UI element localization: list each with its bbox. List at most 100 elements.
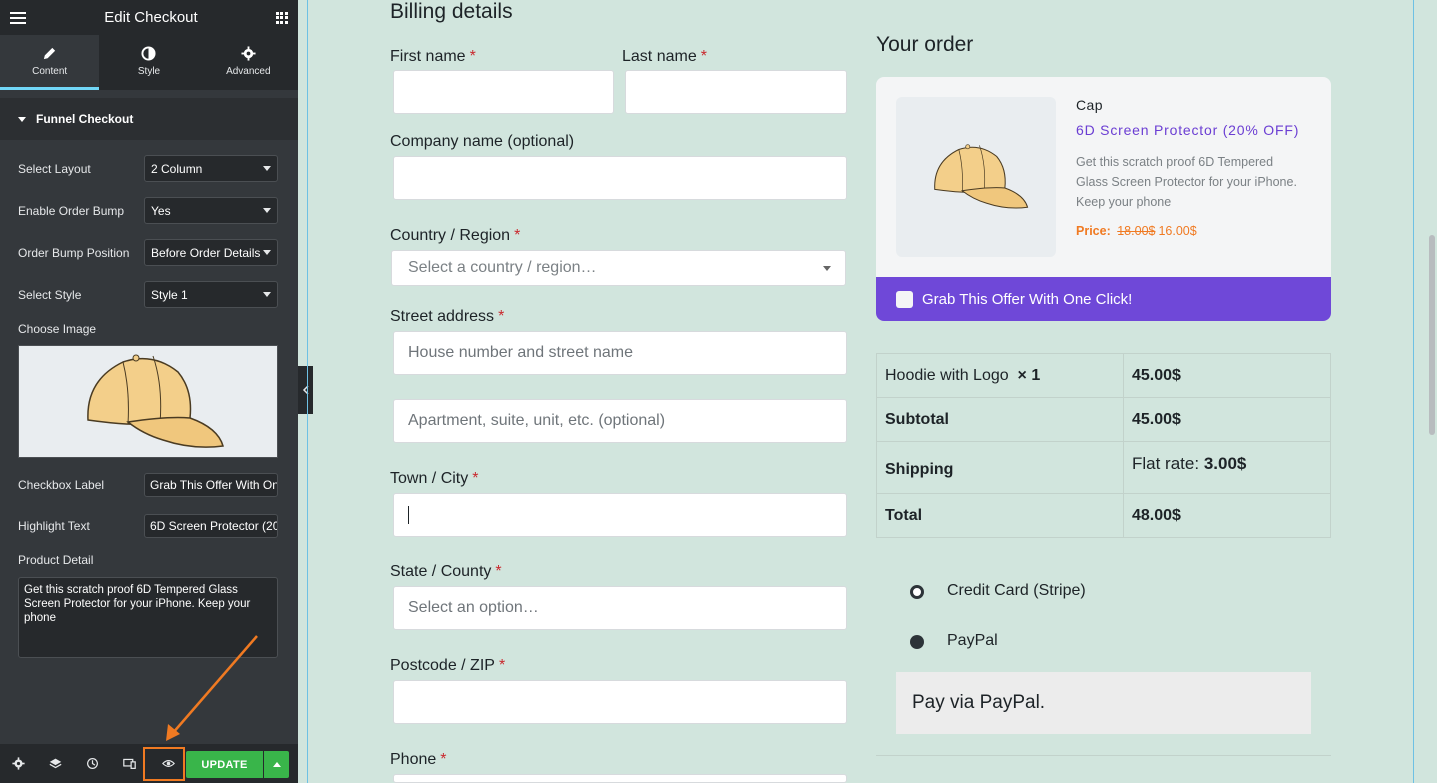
tab-content-label: Content: [32, 65, 68, 77]
enable-order-bump-dropdown[interactable]: Yes: [144, 197, 278, 224]
required-mark: *: [472, 470, 479, 487]
country-select[interactable]: Select a country / region…: [391, 250, 846, 286]
divider: [876, 755, 1331, 756]
city-label: Town / City *: [390, 470, 478, 488]
paypal-label[interactable]: PayPal: [947, 632, 998, 650]
new-price: 16.00$: [1158, 224, 1197, 238]
total-label: Total: [876, 493, 1124, 538]
checkbox-label-label: Checkbox Label: [18, 478, 105, 492]
bump-checkbox-label: Grab This Offer With One Click!: [922, 290, 1133, 308]
select-style-dropdown[interactable]: Style 1: [144, 281, 278, 308]
navigator-button[interactable]: [37, 744, 74, 783]
menu-icon[interactable]: [10, 11, 26, 24]
bump-product-title: Cap: [1076, 97, 1103, 113]
tab-style[interactable]: Style: [99, 35, 198, 90]
bump-price: Price: 18.00$ 16.00$: [1076, 224, 1197, 238]
select-layout-label: Select Layout: [18, 161, 91, 176]
shipping-amount: 3.00$: [1203, 454, 1247, 473]
table-row: Hoodie with Logo × 1 45.00$: [876, 353, 1331, 398]
street-placeholder: House number and street name: [408, 344, 634, 361]
required-mark: *: [469, 48, 476, 65]
state-label-text: State / County: [390, 563, 492, 580]
bump-offer-bar[interactable]: Grab This Offer With One Click!: [876, 277, 1331, 321]
stripe-radio[interactable]: [910, 585, 924, 599]
order-bump-position-dropdown[interactable]: Before Order Details: [144, 239, 278, 266]
section-title: Funnel Checkout: [36, 112, 134, 126]
bump-description: Get this scratch proof 6D Tempered Glass…: [1076, 155, 1297, 209]
last-name-field[interactable]: [625, 70, 847, 114]
order-bump-position-label: Order Bump Position: [18, 245, 130, 260]
apartment-placeholder: Apartment, suite, unit, etc. (optional): [408, 412, 666, 429]
caret-down-icon: [18, 116, 26, 122]
control-product-detail: Product Detail: [18, 553, 278, 567]
panel-title: Edit Checkout: [104, 9, 198, 26]
widgets-grid-icon[interactable]: [275, 11, 288, 24]
state-placeholder: Select an option…: [408, 599, 539, 616]
item-qty: × 1: [1017, 366, 1041, 384]
scrollbar[interactable]: [1429, 235, 1435, 435]
item-name: Hoodie with Logo: [885, 366, 1009, 384]
street-label-text: Street address: [390, 308, 495, 325]
cap-image: [934, 144, 1029, 209]
checkbox-label-input[interactable]: Grab This Offer With One Click!: [144, 473, 278, 497]
country-label-text: Country / Region: [390, 227, 511, 244]
street-address-field[interactable]: House number and street name: [393, 331, 847, 375]
company-field[interactable]: [393, 156, 847, 200]
first-name-label: First name *: [390, 48, 476, 66]
dropdown-arrow-icon: [263, 250, 271, 255]
first-name-field[interactable]: [393, 70, 614, 114]
price-label: Price:: [1076, 224, 1111, 238]
postcode-field[interactable]: [393, 680, 847, 724]
required-mark: *: [700, 48, 707, 65]
subtotal-value: 45.00$: [1123, 397, 1331, 442]
tab-advanced-label: Advanced: [226, 65, 271, 77]
image-picker[interactable]: [18, 345, 278, 458]
control-enable-order-bump: Enable Order Bump Yes: [18, 197, 278, 224]
state-label: State / County *: [390, 563, 502, 581]
dropdown-arrow-icon: [263, 208, 271, 213]
city-field[interactable]: [393, 493, 847, 537]
tab-content[interactable]: Content: [0, 35, 100, 90]
pencil-icon: [44, 47, 56, 59]
update-button[interactable]: UPDATE: [186, 751, 263, 778]
product-detail-textarea[interactable]: Get this scratch proof 6D Tempered Glass…: [18, 577, 278, 658]
required-mark: *: [498, 308, 505, 325]
table-row: Total 48.00$: [876, 493, 1331, 538]
responsive-icon: [123, 758, 136, 769]
last-name-label: Last name *: [622, 48, 707, 66]
subtotal-label: Subtotal: [876, 397, 1124, 442]
history-button[interactable]: [74, 744, 111, 783]
tab-style-label: Style: [137, 65, 161, 77]
highlight-text-input[interactable]: 6D Screen Protector (20% OFF): [144, 514, 278, 538]
order-heading: Your order: [876, 33, 974, 56]
paypal-radio[interactable]: [910, 635, 924, 649]
select-style-label: Select Style: [18, 287, 82, 302]
apartment-field[interactable]: Apartment, suite, unit, etc. (optional): [393, 399, 847, 443]
phone-field[interactable]: [393, 774, 847, 783]
required-mark: *: [514, 227, 521, 244]
bump-checkbox[interactable]: [896, 290, 913, 308]
half-circle-icon: [141, 45, 157, 61]
company-label: Company name (optional): [390, 133, 575, 150]
settings-button[interactable]: [0, 744, 37, 783]
shipping-label: Shipping: [876, 441, 1124, 494]
settings-icon: [12, 757, 25, 770]
text-cursor: [408, 506, 409, 524]
control-checkbox-label: Checkbox Label Grab This Offer With One …: [18, 473, 278, 497]
stripe-label[interactable]: Credit Card (Stripe): [947, 582, 1086, 600]
control-choose-image: Choose Image: [18, 322, 278, 336]
order-review-table: Hoodie with Logo × 1 45.00$ Subtotal 45.…: [876, 353, 1331, 538]
country-placeholder: Select a country / region…: [408, 259, 597, 276]
update-options-button[interactable]: [264, 751, 289, 778]
state-select[interactable]: Select an option…: [393, 586, 847, 630]
select-layout-value: 2 Column: [151, 161, 203, 176]
dropdown-arrow-icon: [263, 292, 271, 297]
required-mark: *: [495, 563, 502, 580]
select-layout-dropdown[interactable]: 2 Column: [144, 155, 278, 182]
item-name-cell: Hoodie with Logo × 1: [876, 353, 1124, 398]
enable-order-bump-label: Enable Order Bump: [18, 203, 125, 218]
choose-image-label: Choose Image: [18, 322, 97, 336]
editor-panel: Edit Checkout Content Style Advanced Fun…: [0, 0, 298, 783]
tab-advanced[interactable]: Advanced: [199, 35, 298, 90]
section-funnel-checkout[interactable]: Funnel Checkout: [0, 98, 298, 140]
